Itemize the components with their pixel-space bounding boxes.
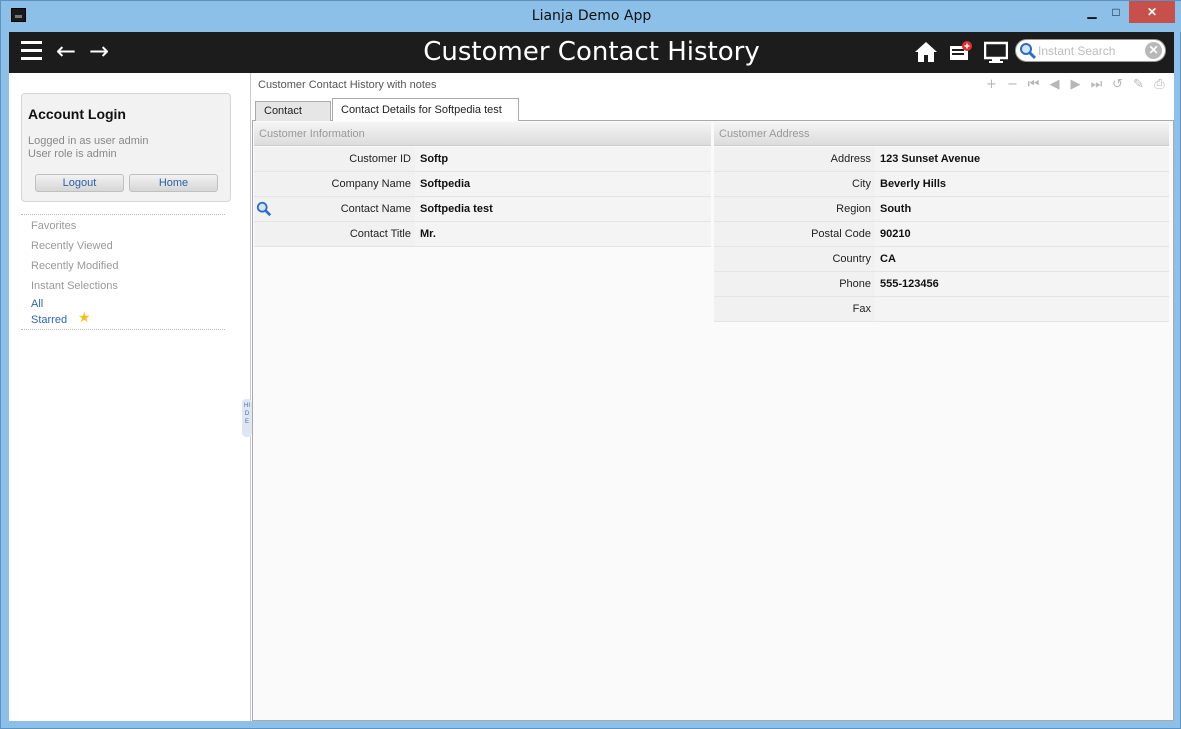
field-label: Phone	[714, 272, 875, 296]
sidebar-divider	[21, 214, 225, 215]
field-row: Country CA	[714, 247, 1169, 272]
print-icon[interactable]: ⎙	[1149, 77, 1170, 93]
window-titlebar: Lianja Demo App ▁ □ ✕	[1, 1, 1181, 32]
sidebar: Account Login Logged in as user admin Us…	[9, 73, 252, 721]
window-title: Lianja Demo App	[531, 8, 652, 24]
first-record-icon[interactable]: ⏮	[1023, 77, 1044, 93]
contact-details-panel: Customer Information Customer Address Cu…	[252, 121, 1174, 721]
search-icon[interactable]	[1019, 42, 1037, 60]
fax-field[interactable]	[875, 297, 1169, 321]
field-label: Address	[714, 147, 875, 171]
city-field[interactable]: Beverly Hills	[875, 172, 1169, 196]
logout-button[interactable]: Logout	[35, 174, 124, 192]
home-icon[interactable]	[914, 40, 938, 64]
field-row: Customer ID Softp	[254, 147, 711, 172]
field-row: Postal Code 90210	[714, 222, 1169, 247]
field-row: Region South	[714, 197, 1169, 222]
postal-code-field[interactable]: 90210	[875, 222, 1169, 246]
field-label: Company Name	[254, 172, 415, 196]
search-box: ✕	[1015, 39, 1166, 62]
customer-information-header: Customer Information	[254, 122, 711, 146]
app-window: Lianja Demo App ▁ □ ✕ ← → Customer Conta…	[0, 0, 1181, 729]
app-header: ← → Customer Contact History ✕	[9, 32, 1174, 73]
instant-search-input[interactable]	[1038, 43, 1143, 59]
field-label: Contact Title	[254, 222, 415, 246]
delete-record-icon[interactable]: −	[1002, 77, 1023, 93]
sidebar-item-all[interactable]: All	[31, 298, 43, 310]
sidebar-item-favorites[interactable]: Favorites	[31, 220, 76, 232]
address-field[interactable]: 123 Sunset Avenue	[875, 147, 1169, 171]
edit-icon[interactable]: ✎	[1128, 77, 1149, 93]
minimize-button[interactable]: ▁	[1081, 1, 1103, 23]
customer-address-header: Customer Address	[714, 122, 1169, 146]
app-body: Account Login Logged in as user admin Us…	[9, 73, 1174, 721]
lookup-search-icon[interactable]	[256, 201, 272, 217]
field-row: Contact Name Softpedia test	[254, 197, 711, 222]
field-label: Region	[714, 197, 875, 221]
message-icon[interactable]	[949, 40, 973, 64]
field-row: Contact Title Mr.	[254, 222, 711, 247]
field-label: City	[714, 172, 875, 196]
customer-id-field[interactable]: Softp	[415, 147, 711, 171]
sidebar-item-recently-modified[interactable]: Recently Modified	[31, 260, 118, 272]
screen-icon[interactable]	[984, 40, 1008, 64]
field-row: Address 123 Sunset Avenue	[714, 147, 1169, 172]
contact-title-field[interactable]: Mr.	[415, 222, 711, 246]
clear-search-icon[interactable]: ✕	[1145, 42, 1162, 59]
next-record-icon[interactable]: ▶	[1065, 77, 1086, 93]
sidebar-divider	[21, 329, 225, 330]
field-label: Country	[714, 247, 875, 271]
main-panel: Customer Contact History with notes + − ⏮ ◀…	[252, 73, 1174, 721]
previous-record-icon[interactable]: ◀	[1044, 77, 1065, 93]
account-login-panel: Account Login Logged in as user admin Us…	[21, 93, 231, 202]
refresh-icon[interactable]: ↺	[1107, 77, 1128, 93]
field-row: City Beverly Hills	[714, 172, 1169, 197]
country-field[interactable]: CA	[875, 247, 1169, 271]
region-field[interactable]: South	[875, 197, 1169, 221]
record-toolbar: + − ⏮ ◀ ▶ ⏭ ↺ ✎ ⎙	[981, 77, 1170, 95]
field-label: Contact Name	[254, 197, 415, 221]
phone-field[interactable]: 555-123456	[875, 272, 1169, 296]
field-row: Fax	[714, 297, 1169, 322]
last-record-icon[interactable]: ⏭	[1086, 77, 1107, 93]
sidebar-item-instant-selections[interactable]: Instant Selections	[31, 280, 118, 292]
close-button[interactable]: ✕	[1129, 1, 1175, 23]
user-role-text: User role is admin	[28, 148, 117, 160]
field-label: Customer ID	[254, 147, 415, 171]
sidebar-item-recently-viewed[interactable]: Recently Viewed	[31, 240, 113, 252]
hide-sidebar-label: HIDE	[244, 403, 250, 425]
sidebar-item-starred[interactable]: Starred	[31, 314, 67, 326]
tab-contact-list[interactable]: Contact List	[255, 101, 331, 135]
company-name-field[interactable]: Softpedia	[415, 172, 711, 196]
field-label: Postal Code	[714, 222, 875, 246]
field-row: Phone 555-123456	[714, 272, 1169, 297]
star-icon: ★	[78, 309, 91, 325]
section-title: Customer Contact History with notes	[258, 79, 437, 91]
field-row: Company Name Softpedia	[254, 172, 711, 197]
tab-contact-details[interactable]: Contact Details for Softpedia test	[332, 98, 519, 122]
add-record-icon[interactable]: +	[981, 77, 1002, 93]
tab-bar: Contact List Contact Details for Softped…	[252, 98, 1174, 135]
hide-sidebar-tab[interactable]: HIDE	[242, 399, 252, 437]
home-button[interactable]: Home	[129, 174, 218, 192]
account-login-title: Account Login	[28, 106, 126, 122]
contact-name-field[interactable]: Softpedia test	[415, 197, 711, 221]
maximize-button[interactable]: □	[1105, 1, 1127, 23]
field-label: Fax	[714, 297, 875, 321]
logged-in-text: Logged in as user admin	[28, 135, 149, 147]
